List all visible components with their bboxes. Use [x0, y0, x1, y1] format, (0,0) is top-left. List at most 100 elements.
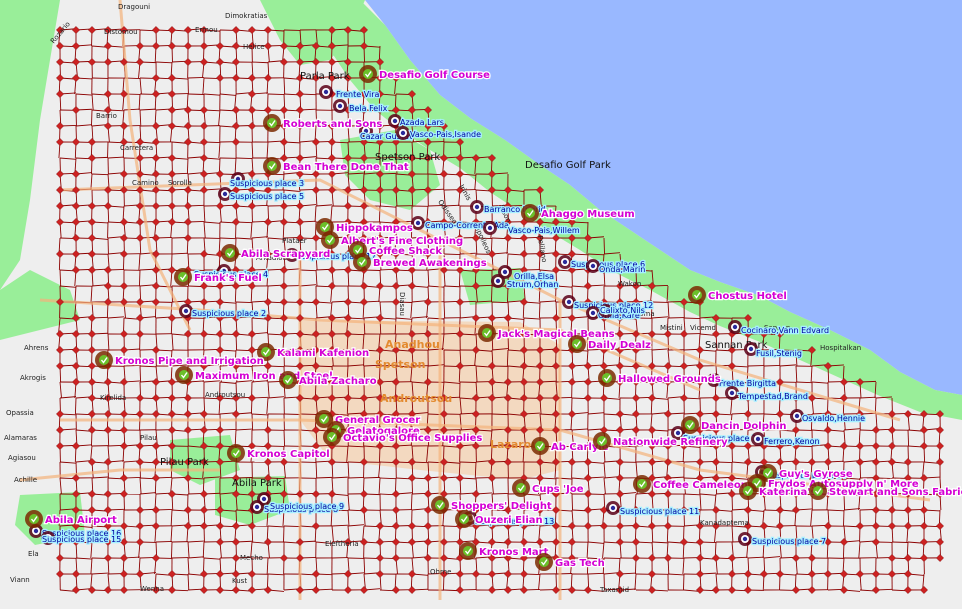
target-icon: [566, 299, 572, 305]
park-label: Abila Park: [232, 478, 282, 489]
target-icon: [392, 118, 398, 124]
poi-label: Jack's Magical Beans: [497, 329, 615, 340]
poi-label: Octavio's Office Supplies: [343, 433, 482, 444]
poi-marker-icon: [225, 248, 235, 258]
target-icon: [610, 505, 616, 511]
map-svg[interactable]: Desafio Golf Park Spetson Park Pilau Par…: [0, 0, 962, 609]
poi-marker-icon: [525, 208, 535, 218]
poi-label: Stewart and Sons Fabrication: [829, 487, 962, 498]
target-icon: [254, 504, 260, 510]
target-icon: [562, 259, 568, 265]
suspicious-label: Azada Lars: [400, 118, 444, 127]
poi-label: Abila Zacharo: [299, 376, 377, 387]
poi-marker-icon: [535, 441, 545, 451]
street-label: Wakon: [618, 280, 641, 288]
poi-marker-icon: [637, 479, 647, 489]
poi-marker-icon: [685, 420, 695, 430]
target-icon: [337, 103, 343, 109]
street-label: Mecho: [240, 554, 263, 562]
poi-marker-icon: [357, 257, 367, 267]
street-label: Sorolla: [168, 179, 192, 187]
suspicious-label: Suspicious place 7: [752, 537, 826, 546]
street-label: Helice: [243, 43, 265, 51]
poi-marker-icon: [99, 355, 109, 365]
street-label: Dragouni: [118, 3, 150, 11]
poi-marker-icon: [327, 432, 337, 442]
street-label: Camino: [132, 179, 159, 187]
map-canvas[interactable]: Desafio Golf Park Spetson Park Pilau Par…: [0, 0, 962, 609]
street-label: Ahrens: [24, 344, 49, 352]
poi-label: Dancin Dolphin: [701, 421, 787, 432]
poi-label: Daily Dealz: [588, 340, 651, 351]
target-icon: [183, 308, 189, 314]
street-label: Eleftheria: [325, 540, 359, 548]
poi-label: Chostus Hotel: [708, 291, 787, 302]
target-icon: [590, 310, 596, 316]
street-label: Carretera: [120, 144, 153, 152]
street-label: Viann: [10, 576, 30, 584]
poi-marker-icon: [597, 436, 607, 446]
suspicious-label: Strum,Orhan: [507, 280, 558, 289]
target-icon: [502, 269, 508, 275]
suspicious-label: Suspicious place 15: [42, 535, 121, 544]
suspicious-label: Suspicious place 11: [620, 507, 699, 516]
suspicious-label: Suspicious place 5: [230, 192, 304, 201]
poi-marker-icon: [435, 500, 445, 510]
street-label: Diasau: [398, 292, 406, 316]
poi-label: Brewed Awakenings: [373, 258, 487, 269]
poi-label: Ouzeri Elian: [475, 515, 543, 526]
poi-marker-icon: [283, 375, 293, 385]
suspicious-label: Osvaldo,Hennie: [802, 414, 865, 423]
poi-label: Bean There Done That: [283, 162, 409, 173]
target-icon: [261, 496, 267, 502]
target-icon: [222, 191, 228, 197]
street-label: Ela: [28, 550, 39, 558]
street-label: Agiasou: [8, 454, 36, 462]
poi-label: Coffee Cameleon: [653, 480, 748, 491]
street-label: Kanadaptema: [700, 519, 749, 527]
street-label: Androutsou: [205, 391, 245, 399]
district-label: Androutsou: [380, 392, 452, 405]
poi-marker-icon: [179, 370, 189, 380]
poi-label: Coffee Shack: [369, 246, 442, 257]
poi-marker-icon: [325, 235, 335, 245]
street-label: Pilau: [140, 434, 157, 442]
street-label: Opassia: [6, 409, 34, 417]
suspicious-label: Ferrero,Kenon: [764, 437, 820, 446]
street-label: Hospitalkan: [820, 344, 861, 352]
poi-marker-icon: [743, 486, 753, 496]
street-label: Alamaras: [4, 434, 37, 442]
street-label: Barrio: [96, 112, 117, 120]
suspicious-label: Fusil,Stenig: [756, 349, 802, 358]
poi-marker-icon: [267, 161, 277, 171]
target-icon: [33, 528, 39, 534]
poi-marker-icon: [267, 118, 277, 128]
poi-marker-icon: [319, 414, 329, 424]
poi-label: Desafio Golf Course: [379, 70, 490, 81]
target-icon: [487, 225, 493, 231]
target-icon: [729, 390, 735, 396]
street-label: Ermou: [195, 26, 218, 34]
poi-marker-icon: [482, 328, 492, 338]
street-label: Achille: [14, 476, 37, 484]
suspicious-label: Vasco-Pais,Isande: [410, 130, 481, 139]
poi-marker-icon: [813, 486, 823, 496]
poi-label: Nationwide Refinery: [613, 437, 728, 448]
street-label: Mistini: [660, 324, 683, 332]
suspicious-label: Frente Vira: [336, 90, 380, 99]
target-icon: [755, 436, 761, 442]
poi-label: Roberts and Sons: [283, 119, 382, 130]
street-label: Wenna: [140, 585, 164, 593]
street-label: Vicemd: [690, 324, 716, 332]
poi-marker-icon: [539, 557, 549, 567]
target-icon: [794, 413, 800, 419]
target-icon: [474, 204, 480, 210]
poi-marker-icon: [320, 222, 330, 232]
poi-marker-icon: [572, 339, 582, 349]
target-icon: [748, 346, 754, 352]
poi-marker-icon: [178, 272, 188, 282]
poi-label: Hallowed Grounds: [618, 374, 721, 385]
suspicious-label: Onda,Marin: [599, 265, 645, 274]
poi-label: Abila Scrapyard: [241, 249, 330, 260]
target-icon: [400, 130, 406, 136]
